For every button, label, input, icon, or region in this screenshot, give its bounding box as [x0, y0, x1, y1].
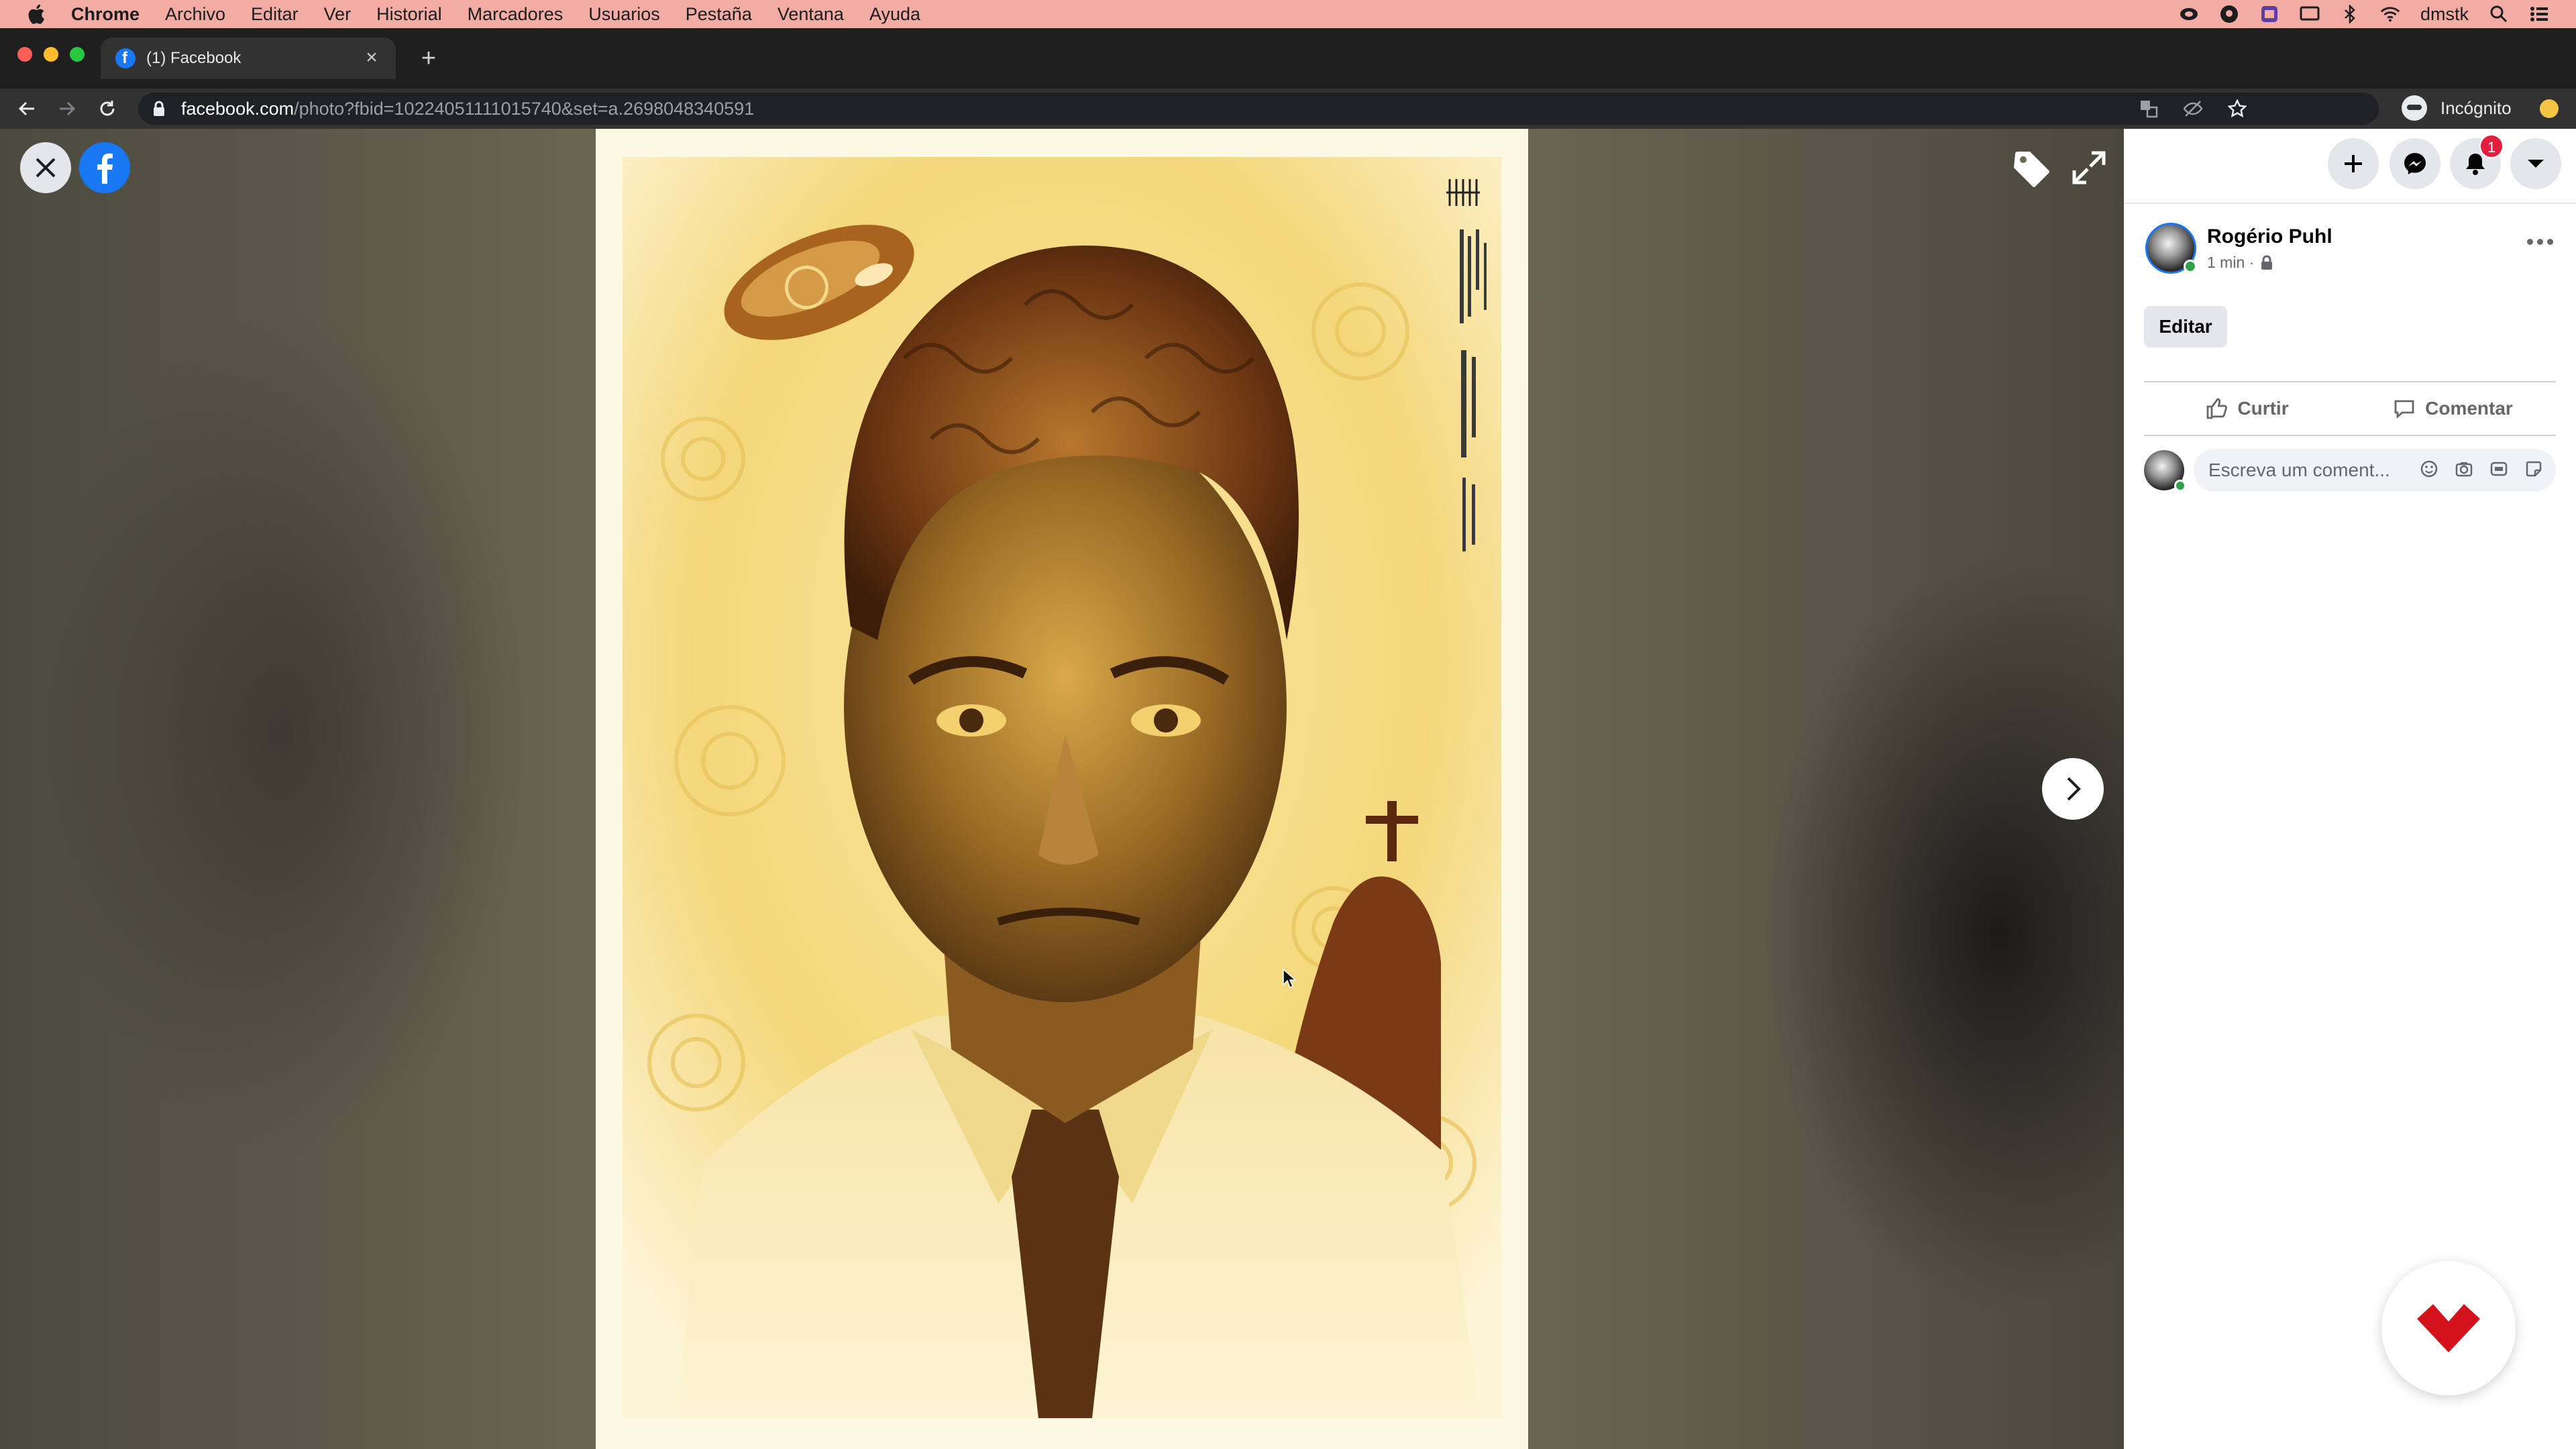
url-path: /photo?fbid=10224051111015740&set=a.2698…	[294, 98, 755, 119]
apple-logo-icon[interactable]	[25, 3, 46, 25]
chrome-toolbar: facebook.com/photo?fbid=1022405111101574…	[0, 89, 2576, 129]
comment-label: Comentar	[2425, 398, 2513, 419]
edit-post-button[interactable]: Editar	[2144, 306, 2227, 347]
like-button[interactable]: Curtir	[2144, 382, 2350, 435]
account-menu-button[interactable]	[2510, 138, 2561, 189]
forward-button[interactable]	[54, 95, 80, 122]
portrait-illustration	[623, 157, 1501, 1418]
viewer-avatar[interactable]	[2144, 450, 2186, 492]
window-controls	[17, 47, 85, 62]
lock-icon[interactable]	[150, 100, 168, 117]
post-timestamp: 1 min ·	[2207, 254, 2332, 272]
sticker-icon[interactable]	[2524, 459, 2544, 479]
mouse-cursor-icon	[1283, 969, 1296, 989]
back-button[interactable]	[13, 95, 40, 122]
menubar-status-area: dmstk	[2179, 0, 2549, 28]
close-tab-icon[interactable]: ×	[361, 47, 382, 68]
menu-marcadores[interactable]: Marcadores	[468, 4, 564, 25]
facebook-home-button[interactable]	[79, 142, 130, 193]
notification-count-badge: 1	[2479, 134, 2504, 158]
author-meta: Rogério Puhl 1 min ·	[2207, 223, 2332, 274]
eye-off-icon[interactable]	[2183, 99, 2203, 119]
next-photo-button[interactable]	[2042, 758, 2104, 820]
gif-icon[interactable]	[2489, 459, 2509, 479]
more-options-button[interactable]	[2520, 228, 2560, 255]
post-time-text[interactable]: 1 min ·	[2207, 254, 2254, 272]
comment-input-tools	[2419, 459, 2544, 479]
comment-button[interactable]: Comentar	[2350, 382, 2556, 435]
menubar-username[interactable]: dmstk	[2420, 4, 2469, 25]
wifi-icon[interactable]	[2380, 4, 2400, 24]
facebook-favicon-icon	[115, 48, 136, 68]
messenger-icon	[2404, 153, 2426, 174]
facebook-logo-icon	[79, 142, 130, 193]
tab-title: (1) Facebook	[146, 49, 241, 67]
menu-editar[interactable]: Editar	[251, 4, 299, 25]
address-bar[interactable]: facebook.com/photo?fbid=1022405111101574…	[138, 93, 2379, 125]
zoom-window-icon[interactable]	[70, 47, 85, 62]
omnibox-actions	[2139, 93, 2247, 125]
screen-app-icon[interactable]	[2259, 4, 2279, 24]
menu-pestana[interactable]: Pestaña	[686, 4, 752, 25]
author-name[interactable]: Rogério Puhl	[2207, 225, 2332, 248]
control-center-icon[interactable]	[2529, 4, 2549, 24]
emoji-icon[interactable]	[2419, 459, 2439, 479]
post-side-panel: Rogério Puhl 1 min · Editar Curtir Comen…	[2124, 129, 2576, 1449]
thumbs-up-icon	[2206, 398, 2228, 419]
tab-facebook[interactable]: (1) Facebook ×	[101, 38, 396, 79]
incognito-icon	[2402, 95, 2427, 121]
floating-app-button[interactable]	[2381, 1261, 2516, 1395]
post-photo[interactable]	[596, 129, 1528, 1449]
translate-icon[interactable]	[2139, 99, 2159, 119]
chevron-right-icon	[2067, 777, 2081, 801]
create-button[interactable]	[2328, 138, 2379, 189]
creative-cloud-icon[interactable]	[2179, 4, 2199, 24]
macos-menubar: Chrome Archivo Editar Ver Historial Marc…	[0, 0, 2576, 28]
close-viewer-button[interactable]	[20, 142, 71, 193]
like-label: Curtir	[2237, 398, 2289, 419]
poster-logo-icon	[1446, 179, 1480, 206]
incognito-indicator[interactable]: Incógnito	[2402, 95, 2512, 121]
privacy-lock-icon[interactable]	[2259, 255, 2274, 271]
menu-ayuda[interactable]: Ayuda	[869, 4, 920, 25]
menu-app-chrome[interactable]: Chrome	[71, 4, 140, 25]
minimize-window-icon[interactable]	[44, 47, 58, 62]
github-icon[interactable]	[2219, 4, 2239, 24]
reload-button[interactable]	[94, 95, 121, 122]
menu-usuarios[interactable]: Usuarios	[588, 4, 660, 25]
red-brand-logo-icon	[2417, 1304, 2480, 1352]
photo-viewer	[0, 129, 2124, 1449]
menu-ver[interactable]: Ver	[324, 4, 352, 25]
caret-down-icon	[2528, 160, 2544, 168]
extension-icon[interactable]	[2540, 99, 2559, 118]
chrome-tab-strip: (1) Facebook × +	[0, 28, 2576, 89]
post-author: Rogério Puhl 1 min ·	[2145, 223, 2332, 274]
bluetooth-icon[interactable]	[2340, 4, 2360, 24]
online-status-dot	[2184, 260, 2197, 273]
incognito-label: Incógnito	[2440, 97, 2512, 118]
panel-header	[2124, 129, 2576, 204]
plus-icon	[2345, 155, 2362, 172]
comment-icon	[2394, 400, 2414, 419]
menu-archivo[interactable]: Archivo	[165, 4, 225, 25]
menu-ventana[interactable]: Ventana	[777, 4, 844, 25]
url-host: facebook.com	[181, 98, 294, 119]
author-avatar[interactable]	[2145, 223, 2197, 274]
bookmark-star-icon[interactable]	[2227, 99, 2247, 119]
poster-credits-decoration	[1460, 229, 1487, 551]
online-status-dot	[2174, 480, 2186, 492]
fullscreen-icon[interactable]	[2070, 149, 2108, 186]
comment-composer: Escreva um coment...	[2144, 447, 2556, 494]
search-icon[interactable]	[2489, 4, 2509, 24]
tag-icon[interactable]	[2011, 149, 2051, 189]
camera-icon[interactable]	[2454, 459, 2474, 479]
post-actions: Curtir Comentar	[2144, 381, 2556, 436]
comment-placeholder: Escreva um coment...	[2208, 460, 2390, 480]
new-tab-button[interactable]: +	[417, 46, 440, 71]
menu-historial[interactable]: Historial	[376, 4, 442, 25]
messenger-button[interactable]	[2390, 138, 2440, 189]
close-window-icon[interactable]	[17, 47, 32, 62]
close-icon	[36, 158, 56, 178]
display-icon[interactable]	[2300, 4, 2320, 24]
